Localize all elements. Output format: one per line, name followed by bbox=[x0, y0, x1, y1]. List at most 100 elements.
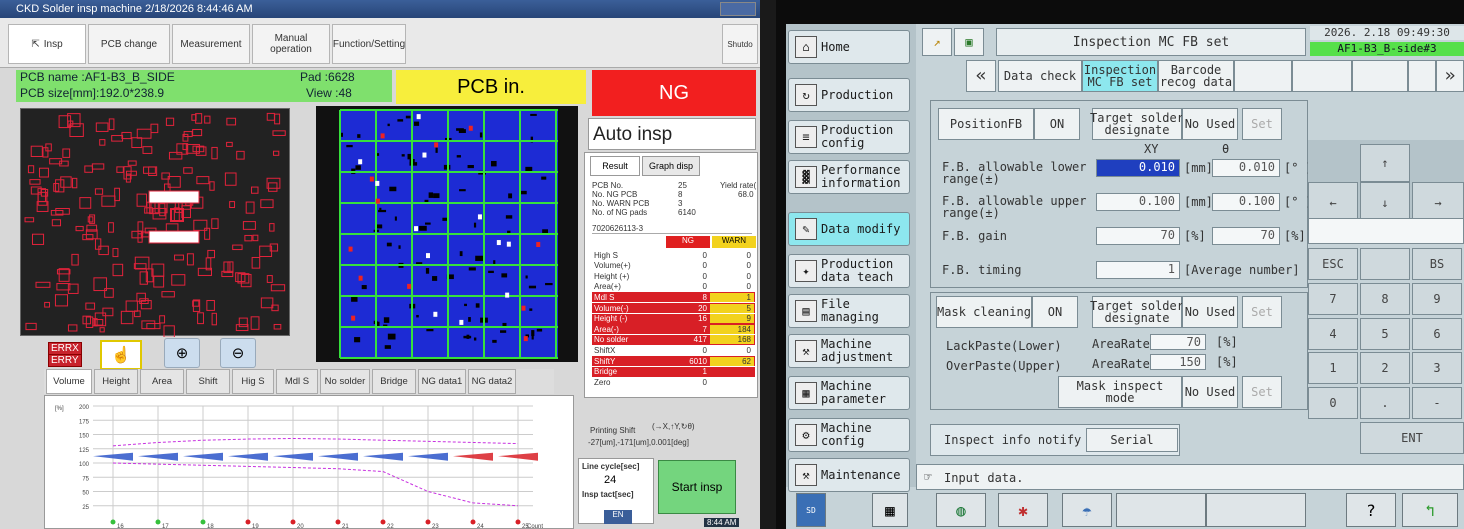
operator-icon[interactable]: ▣ bbox=[954, 28, 984, 56]
bottom-empty-2[interactable] bbox=[1206, 493, 1306, 527]
tab-inspection-mc-fb-set[interactable]: Inspection MC FB set bbox=[1082, 60, 1158, 92]
return-icon[interactable]: ↰ bbox=[1402, 493, 1458, 527]
board-view bbox=[316, 106, 578, 362]
serial-button[interactable]: Serial bbox=[1086, 428, 1178, 452]
keypad-key[interactable]: - bbox=[1412, 387, 1462, 420]
x-tick: 22 bbox=[387, 524, 394, 529]
graph-tab[interactable]: Height bbox=[94, 369, 138, 394]
mask-inspect-value[interactable]: No Used bbox=[1182, 376, 1238, 408]
yield-value: 68.0 bbox=[738, 190, 754, 199]
lower-xy-input[interactable]: 0.010 bbox=[1096, 159, 1180, 177]
keypad-key[interactable]: 2 bbox=[1360, 352, 1410, 385]
sidebar-item[interactable]: ⚒ Maintenance bbox=[788, 458, 910, 492]
gain-theta-input[interactable]: 70 bbox=[1212, 227, 1280, 245]
lackpaste-input[interactable]: 70 bbox=[1150, 334, 1206, 350]
graph-tab[interactable]: No solder bbox=[320, 369, 370, 394]
tab-graph-disp[interactable]: Graph disp bbox=[642, 156, 700, 176]
tab-result[interactable]: Result bbox=[590, 156, 640, 176]
keypad-key[interactable]: 0 bbox=[1308, 387, 1358, 420]
graph-tab[interactable]: Mdl S bbox=[276, 369, 318, 394]
graph-tab[interactable]: Bridge bbox=[372, 369, 416, 394]
cursor-icon: ⇱ bbox=[31, 38, 40, 50]
start-insp-button[interactable]: Start insp bbox=[658, 460, 736, 514]
globe-icon[interactable]: ◍ bbox=[936, 493, 986, 527]
shutdown-button[interactable]: Shutdo bbox=[722, 24, 758, 64]
keypad-key[interactable]: 6 bbox=[1412, 317, 1462, 350]
zoom-in-icon[interactable]: ⊕ bbox=[164, 338, 200, 368]
enter-key[interactable]: ENT bbox=[1360, 422, 1464, 454]
maintenance-icon: ⚒ bbox=[795, 464, 817, 486]
sidebar-item[interactable]: ⌂ Home bbox=[788, 30, 910, 64]
bottom-empty-1[interactable] bbox=[1116, 493, 1206, 527]
mask-target-solder-set-button[interactable]: Set bbox=[1242, 296, 1282, 328]
mask-inspect-set-button[interactable]: Set bbox=[1242, 376, 1282, 408]
tab-pcb-change[interactable]: PCB change bbox=[88, 24, 170, 64]
position-fb-toggle[interactable]: ON bbox=[1034, 108, 1080, 140]
tab-manual-operation[interactable]: Manual operation bbox=[252, 24, 330, 64]
sidebar-item[interactable]: ▤ File managing bbox=[788, 294, 910, 328]
zoom-out-icon[interactable]: ⊖ bbox=[220, 338, 256, 368]
keypad-key[interactable]: 1 bbox=[1308, 352, 1358, 385]
sidebar-item[interactable]: ≡ Production config bbox=[788, 120, 910, 154]
overpaste-input[interactable]: 150 bbox=[1150, 354, 1206, 370]
hand-tool-icon[interactable]: ☝ bbox=[100, 340, 142, 370]
graph-tab[interactable]: NG data2 bbox=[468, 369, 516, 394]
mask-cleaning-toggle[interactable]: ON bbox=[1032, 296, 1078, 328]
tab-empty-1[interactable] bbox=[1234, 60, 1292, 92]
graph-tab[interactable]: Area bbox=[140, 369, 184, 394]
pcb-name: PCB name :AF1-B3_B_SIDE Pad :6628 bbox=[16, 70, 392, 86]
prev-tab-icon[interactable]: « bbox=[966, 60, 996, 92]
sidebar-item[interactable]: ✦ Production data teach bbox=[788, 254, 910, 288]
keypad-key[interactable]: 7 bbox=[1308, 282, 1358, 315]
next-tab-icon[interactable]: » bbox=[1436, 60, 1464, 92]
keypad-key[interactable]: ESC bbox=[1308, 248, 1358, 280]
graph-tab[interactable]: Hig S bbox=[232, 369, 274, 394]
keypad-key[interactable]: 3 bbox=[1412, 352, 1462, 385]
tab-measurement[interactable]: Measurement bbox=[172, 24, 250, 64]
keypad-key[interactable]: 8 bbox=[1360, 282, 1410, 315]
sidebar-item[interactable]: ▓ Performance information bbox=[788, 160, 910, 194]
sidebar-item[interactable]: ✎ Data modify bbox=[788, 212, 910, 246]
graph-tab[interactable]: Shift bbox=[186, 369, 230, 394]
keypad-key[interactable]: 5 bbox=[1360, 317, 1410, 350]
keypad-key[interactable]: BS bbox=[1412, 248, 1462, 280]
keypad-key[interactable] bbox=[1360, 248, 1410, 280]
arrow-up-key[interactable]: ↑ bbox=[1360, 144, 1410, 182]
lower-theta-input[interactable]: 0.010 bbox=[1212, 159, 1280, 177]
sd-card-icon[interactable]: SD bbox=[796, 493, 826, 527]
keypad-key[interactable]: 9 bbox=[1412, 282, 1462, 315]
umbrella-icon[interactable]: ☂ bbox=[1062, 493, 1112, 527]
keypad-key[interactable]: 4 bbox=[1308, 317, 1358, 350]
help-icon[interactable]: ? bbox=[1346, 493, 1396, 527]
gain-xy-input[interactable]: 70 bbox=[1096, 227, 1180, 245]
timing-input[interactable]: 1 bbox=[1096, 261, 1180, 279]
upper-xy-input[interactable]: 0.100 bbox=[1096, 193, 1180, 211]
window-controls[interactable] bbox=[720, 2, 756, 16]
tab-data-check[interactable]: Data check bbox=[998, 60, 1082, 92]
summary-row: No. of NG pads 6140 bbox=[592, 208, 712, 217]
sidebar-item[interactable]: ⚒ Machine adjustment bbox=[788, 334, 910, 368]
tab-function-setting[interactable]: Function/Setting bbox=[332, 24, 406, 64]
keypad-key[interactable]: . bbox=[1360, 387, 1410, 420]
tab-empty-4[interactable] bbox=[1408, 60, 1436, 92]
sidebar-item[interactable]: ⚙ Machine config bbox=[788, 418, 910, 452]
graph-tab[interactable]: NG data1 bbox=[418, 369, 466, 394]
bug-icon[interactable]: ✱ bbox=[998, 493, 1048, 527]
upper-theta-input[interactable]: 0.100 bbox=[1212, 193, 1280, 211]
target-solder-value[interactable]: No Used bbox=[1182, 108, 1238, 140]
graph-tab[interactable]: Volume bbox=[46, 369, 92, 394]
wand-icon[interactable]: ↗ bbox=[922, 28, 952, 56]
sidebar-item[interactable]: ↻ Production bbox=[788, 78, 910, 112]
summary-row: PCB No. 25 bbox=[592, 181, 712, 190]
insp-tact-label: Insp tact[sec] bbox=[582, 490, 634, 499]
target-solder-set-button[interactable]: Set bbox=[1242, 108, 1282, 140]
language-indicator[interactable]: EN bbox=[604, 510, 632, 524]
tab-empty-3[interactable] bbox=[1352, 60, 1408, 92]
gauge-icon[interactable]: ▦ bbox=[872, 493, 908, 527]
result-name: Zero bbox=[594, 377, 611, 387]
sidebar-item[interactable]: ▦ Machine parameter bbox=[788, 376, 910, 410]
mask-target-solder-value[interactable]: No Used bbox=[1182, 296, 1238, 328]
tab-barcode-recog-data[interactable]: Barcode recog data bbox=[1158, 60, 1234, 92]
tab-insp[interactable]: ⇱ Insp bbox=[8, 24, 86, 64]
tab-empty-2[interactable] bbox=[1292, 60, 1352, 92]
